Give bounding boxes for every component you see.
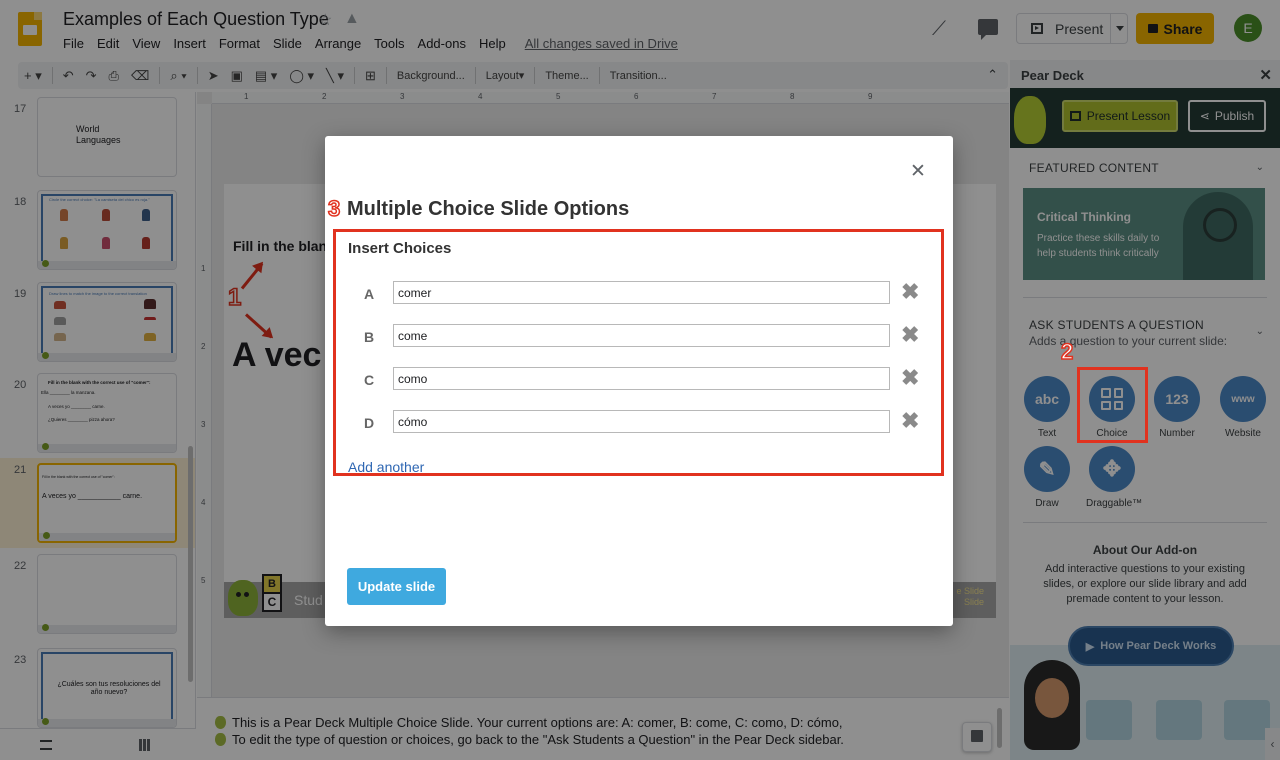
choice-input-d[interactable] [393, 410, 890, 433]
choice-input-b[interactable] [393, 324, 890, 347]
dialog-title: Multiple Choice Slide Options [347, 198, 630, 220]
choice-row-d: D ✖ [336, 410, 941, 436]
choice-row-a: A ✖ [336, 281, 941, 307]
insert-choices-label: Insert Choices [348, 240, 452, 257]
annotation-highlight-choice [1077, 367, 1148, 443]
choice-row-b: B ✖ [336, 324, 941, 350]
choice-input-a[interactable] [393, 281, 890, 304]
insert-choices-section: Insert Choices A ✖ B ✖ C ✖ D ✖ Add anoth… [333, 229, 944, 476]
remove-choice-icon[interactable]: ✖ [901, 367, 919, 389]
annotation-number-3: 3 [327, 195, 341, 222]
remove-choice-icon[interactable]: ✖ [901, 281, 919, 303]
choice-input-c[interactable] [393, 367, 890, 390]
choice-row-c: C ✖ [336, 367, 941, 393]
update-slide-button[interactable]: Update slide [347, 568, 446, 605]
add-another-link[interactable]: Add another [348, 459, 424, 475]
remove-choice-icon[interactable]: ✖ [901, 410, 919, 432]
remove-choice-icon[interactable]: ✖ [901, 324, 919, 346]
close-icon[interactable]: ✕ [910, 160, 926, 183]
annotation-number-2: 2 [1060, 338, 1074, 365]
multiple-choice-dialog: ✕ 3 Multiple Choice Slide Options Insert… [325, 136, 953, 626]
